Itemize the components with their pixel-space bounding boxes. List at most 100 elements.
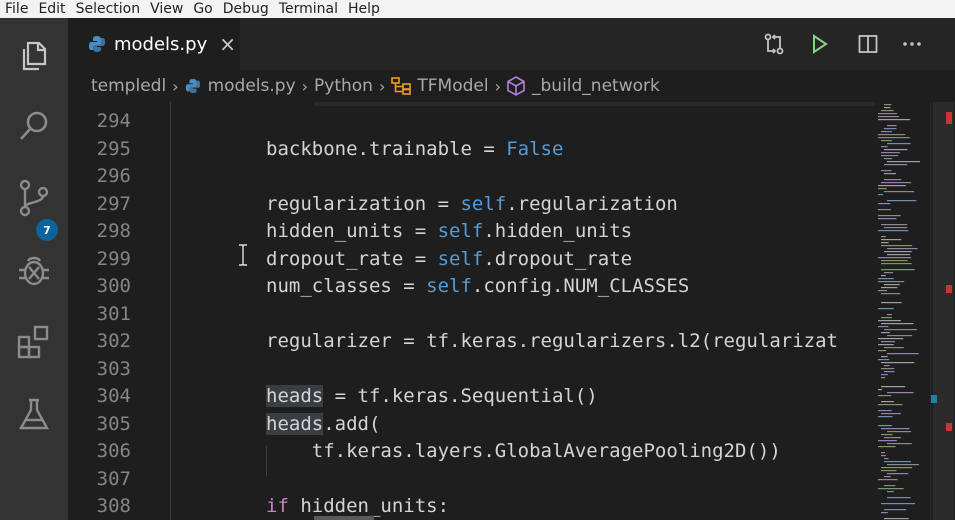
minimap-line xyxy=(881,155,899,157)
more-actions-button[interactable] xyxy=(902,18,922,70)
text-cursor-icon xyxy=(239,244,247,266)
horizontal-scroll-thumb[interactable] xyxy=(314,516,374,520)
run-button[interactable] xyxy=(811,18,829,70)
minimap-line xyxy=(878,134,906,136)
chevron-right-icon: › xyxy=(378,76,386,96)
debug-button[interactable] xyxy=(0,240,68,300)
minimap-line xyxy=(884,251,912,253)
minimap-line xyxy=(884,227,908,229)
minimap-line xyxy=(878,290,887,292)
minimap-line xyxy=(884,191,915,193)
scrollbar-thumb[interactable] xyxy=(933,102,954,520)
minimap-line xyxy=(878,218,897,220)
breadcrumb-method[interactable]: _build_network xyxy=(507,76,660,96)
minimap[interactable] xyxy=(875,102,930,520)
change-marker xyxy=(931,395,937,403)
minimap-line xyxy=(887,464,919,466)
line-number: 301 xyxy=(96,302,131,325)
code-text: backbone.trainable = False xyxy=(266,136,563,163)
code-text: hidden_units = self.hidden_units xyxy=(266,218,632,245)
menu-file[interactable]: File xyxy=(0,1,33,17)
minimap-line xyxy=(881,434,893,436)
code-text: tf.keras.layers.GlobalAveragePooling2D()… xyxy=(266,438,781,465)
minimap-line xyxy=(878,395,892,397)
search-button[interactable] xyxy=(0,96,68,156)
code-token: self xyxy=(437,247,484,270)
minimap-line xyxy=(881,152,900,154)
code-token: False xyxy=(506,137,564,160)
breadcrumb-folder[interactable]: templedl xyxy=(91,76,166,96)
source-control-button[interactable] xyxy=(0,168,68,228)
minimap-line xyxy=(878,350,887,352)
menu-debug[interactable]: Debug xyxy=(218,1,274,17)
line-number: 308 xyxy=(96,495,131,517)
test-flask-icon xyxy=(18,398,50,430)
menu-go[interactable]: Go xyxy=(188,1,217,17)
code-line: 307 xyxy=(68,466,875,493)
code-token: tf.keras.layers.GlobalAveragePooling2D()… xyxy=(266,440,781,462)
minimap-line xyxy=(878,119,911,121)
breadcrumb-file-label: models.py xyxy=(207,76,296,96)
menu-view[interactable]: View xyxy=(145,1,188,17)
extensions-button[interactable] xyxy=(0,312,68,372)
ellipsis-icon xyxy=(903,42,921,46)
line-number: 294 xyxy=(96,110,131,132)
minimap-line xyxy=(887,491,894,493)
minimap-line xyxy=(878,344,894,346)
vertical-scrollbar[interactable] xyxy=(930,102,955,520)
minimap-line xyxy=(884,485,896,487)
code-editor[interactable]: 294 295 backbone.trainable = False 296 297 re… xyxy=(68,102,875,520)
minimap-line xyxy=(884,164,908,166)
minimap-line xyxy=(887,254,911,256)
line-number: 307 xyxy=(96,467,131,490)
minimap-line xyxy=(887,431,912,433)
minimap-line xyxy=(881,332,890,334)
compare-changes-button[interactable] xyxy=(763,18,785,70)
line-number: 303 xyxy=(96,357,131,380)
minimap-line xyxy=(884,365,890,367)
breadcrumb: templedl › models.py › Python › TFModel … xyxy=(68,70,955,102)
code-line: 302 regularizer = tf.keras.regularizers.l… xyxy=(68,328,875,355)
minimap-line xyxy=(881,275,886,277)
menu-edit[interactable]: Edit xyxy=(33,1,70,17)
minimap-line xyxy=(881,386,906,388)
menu-terminal[interactable]: Terminal xyxy=(274,1,343,17)
search-icon xyxy=(20,111,48,140)
split-editor-button[interactable] xyxy=(858,18,878,70)
minimap-line xyxy=(881,341,896,343)
breadcrumb-file[interactable]: models.py xyxy=(185,76,296,96)
minimap-line xyxy=(887,200,917,202)
minimap-line xyxy=(878,194,884,196)
menu-help[interactable]: Help xyxy=(343,1,385,17)
split-editor-icon xyxy=(858,35,878,53)
minimap-line xyxy=(884,149,908,151)
testing-button[interactable] xyxy=(0,384,68,444)
minimap-line xyxy=(878,416,893,418)
minimap-line xyxy=(878,278,894,280)
code-token: backbone.trainable = xyxy=(266,137,507,160)
minimap-line xyxy=(878,320,901,322)
minimap-line xyxy=(881,356,888,358)
tab-close-icon[interactable]: × xyxy=(219,32,236,56)
minimap-line xyxy=(881,245,913,247)
tab-models-py[interactable]: models.py × xyxy=(68,18,240,70)
minimap-line xyxy=(881,287,898,289)
minimap-line xyxy=(887,143,911,145)
explorer-button[interactable] xyxy=(0,26,68,86)
code-token: = tf.keras.Sequential() xyxy=(323,385,598,407)
minimap-line xyxy=(881,242,889,244)
minimap-line xyxy=(881,512,888,514)
menu-selection[interactable]: Selection xyxy=(71,1,146,17)
scm-count-badge: 7 xyxy=(36,219,58,241)
minimap-line xyxy=(884,284,900,286)
breadcrumb-class[interactable]: TFModel xyxy=(391,76,489,96)
minimap-line xyxy=(884,107,891,109)
minimap-line xyxy=(878,389,883,391)
chevron-right-icon: › xyxy=(494,76,501,96)
minimap-line xyxy=(881,236,886,238)
line-number: 298 xyxy=(96,220,131,242)
code-text: regularization = self.regularization xyxy=(266,191,678,218)
minimap-line xyxy=(881,503,915,505)
breadcrumb-language[interactable]: Python xyxy=(314,76,373,96)
minimap-line xyxy=(887,161,921,163)
